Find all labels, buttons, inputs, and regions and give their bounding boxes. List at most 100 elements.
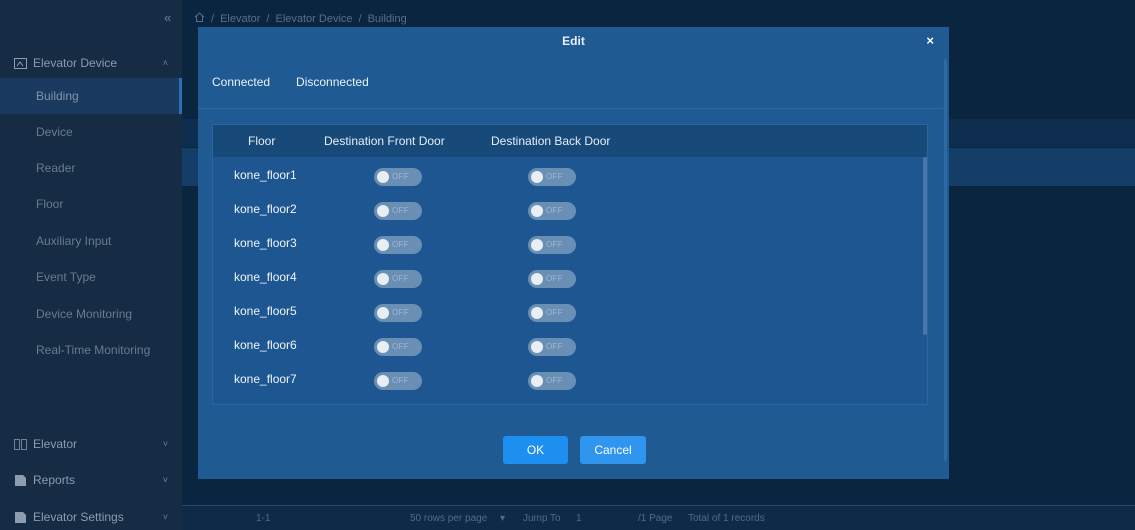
edit-dialog: Edit × Connected Disconnected Floor Dest… bbox=[198, 27, 949, 479]
sidebar-group-reports[interactable]: Reports ˅ bbox=[0, 463, 182, 497]
table-row: kone_floor4 OFF OFF bbox=[213, 261, 927, 295]
sidebar-item-event-type[interactable]: Event Type bbox=[0, 259, 182, 295]
page-total: /1 Page bbox=[638, 512, 673, 524]
breadcrumb: / Elevator / Elevator Device / Building bbox=[194, 12, 407, 25]
floor-name: kone_floor5 bbox=[234, 304, 297, 318]
toggle-knob bbox=[531, 341, 543, 353]
reports-icon bbox=[14, 474, 27, 486]
toggle-knob bbox=[531, 239, 543, 251]
floor-name: kone_floor2 bbox=[234, 202, 297, 216]
table-row: kone_floor7 OFF OFF bbox=[213, 363, 927, 397]
column-header-floor: Floor bbox=[248, 134, 276, 148]
toggle-state: OFF bbox=[392, 376, 409, 385]
toggle-knob bbox=[377, 239, 389, 251]
toggle-state: OFF bbox=[392, 342, 409, 351]
front-door-toggle[interactable]: OFF bbox=[374, 202, 422, 220]
table-row: kone_floor3 OFF OFF bbox=[213, 227, 927, 261]
collapse-sidebar-icon[interactable]: « bbox=[164, 10, 171, 25]
jump-to-input[interactable]: 1 bbox=[576, 513, 582, 524]
sidebar-group-label: Elevator bbox=[33, 437, 78, 451]
tab-connected[interactable]: Connected bbox=[212, 75, 270, 89]
toggle-knob bbox=[377, 341, 389, 353]
toggle-state: OFF bbox=[546, 274, 563, 283]
elevator-device-icon bbox=[14, 57, 27, 69]
sidebar-group-elevator-settings[interactable]: Elevator Settings ˅ bbox=[0, 500, 182, 530]
table-row: kone_floor2 OFF OFF bbox=[213, 193, 927, 227]
breadcrumb-item[interactable]: Elevator bbox=[220, 13, 260, 25]
sidebar-item-label: Event Type bbox=[36, 270, 96, 284]
settings-icon bbox=[14, 511, 27, 523]
sidebar-item-auxiliary-input[interactable]: Auxiliary Input bbox=[0, 223, 182, 259]
cancel-button[interactable]: Cancel bbox=[580, 436, 646, 464]
toggle-knob bbox=[377, 273, 389, 285]
back-door-toggle[interactable]: OFF bbox=[528, 270, 576, 288]
back-door-toggle[interactable]: OFF bbox=[528, 304, 576, 322]
chevron-down-icon: ˅ bbox=[162, 439, 168, 449]
toggle-knob bbox=[377, 171, 389, 183]
table-row bbox=[213, 397, 927, 404]
breadcrumb-separator: / bbox=[266, 12, 270, 25]
sidebar-item-real-time-monitoring[interactable]: Real-Time Monitoring bbox=[0, 332, 182, 368]
toggle-state: OFF bbox=[392, 240, 409, 249]
column-header-back-door: Destination Back Door bbox=[491, 134, 611, 148]
toggle-knob bbox=[377, 205, 389, 217]
toggle-state: OFF bbox=[546, 240, 563, 249]
front-door-toggle[interactable]: OFF bbox=[374, 304, 422, 322]
sidebar-item-device[interactable]: Device bbox=[0, 114, 182, 150]
front-door-toggle[interactable]: OFF bbox=[374, 236, 422, 254]
toggle-knob bbox=[377, 307, 389, 319]
pagination-bar: 1-1 50 rows per page ▾ Jump To 1 /1 Page… bbox=[182, 505, 1135, 530]
floor-name: kone_floor7 bbox=[234, 372, 297, 386]
tab-disconnected[interactable]: Disconnected bbox=[296, 75, 369, 89]
ok-button[interactable]: OK bbox=[503, 436, 568, 464]
breadcrumb-separator: / bbox=[358, 12, 362, 25]
breadcrumb-item[interactable]: Elevator Device bbox=[275, 13, 352, 25]
back-door-toggle[interactable]: OFF bbox=[528, 236, 576, 254]
toggle-state: OFF bbox=[392, 172, 409, 181]
sidebar-item-floor[interactable]: Floor bbox=[0, 186, 182, 222]
table-row: kone_floor5 OFF OFF bbox=[213, 295, 927, 329]
home-icon[interactable] bbox=[194, 12, 205, 25]
pagination-range: 1-1 bbox=[256, 512, 271, 524]
back-door-toggle[interactable]: OFF bbox=[528, 202, 576, 220]
toggle-state: OFF bbox=[546, 172, 563, 181]
rows-per-page-select[interactable]: 50 rows per page bbox=[410, 513, 487, 524]
sidebar-item-building[interactable]: Building bbox=[0, 78, 182, 114]
floor-name: kone_floor3 bbox=[234, 236, 297, 250]
toggle-knob bbox=[531, 205, 543, 217]
front-door-toggle[interactable]: OFF bbox=[374, 372, 422, 390]
toggle-knob bbox=[531, 375, 543, 387]
sidebar-item-label: Device Monitoring bbox=[36, 307, 133, 321]
back-door-toggle[interactable]: OFF bbox=[528, 168, 576, 186]
toggle-state: OFF bbox=[392, 206, 409, 215]
sidebar-item-reader[interactable]: Reader bbox=[0, 150, 182, 186]
close-icon[interactable]: × bbox=[926, 34, 934, 48]
sidebar-group-elevator[interactable]: Elevator ˅ bbox=[0, 427, 182, 461]
sidebar-group-label: Elevator Settings bbox=[33, 510, 124, 524]
front-door-toggle[interactable]: OFF bbox=[374, 338, 422, 356]
floor-table: Floor Destination Front Door Destination… bbox=[212, 124, 928, 405]
elevator-icon bbox=[14, 438, 27, 450]
column-header-front-door: Destination Front Door bbox=[324, 134, 445, 148]
sidebar-item-label: Real-Time Monitoring bbox=[36, 343, 151, 357]
floor-name: kone_floor6 bbox=[234, 338, 297, 352]
sidebar-item-device-monitoring[interactable]: Device Monitoring bbox=[0, 296, 182, 332]
table-header: Floor Destination Front Door Destination… bbox=[213, 125, 927, 157]
sidebar-item-label: Building bbox=[36, 89, 79, 103]
toggle-knob bbox=[377, 375, 389, 387]
toggle-knob bbox=[531, 171, 543, 183]
table-row: kone_floor6 OFF OFF bbox=[213, 329, 927, 363]
sidebar-group-elevator-device[interactable]: Elevator Device ˄ bbox=[0, 46, 182, 80]
front-door-toggle[interactable]: OFF bbox=[374, 270, 422, 288]
front-door-toggle[interactable]: OFF bbox=[374, 168, 422, 186]
records-total: Total of 1 records bbox=[688, 512, 765, 524]
toggle-knob bbox=[531, 273, 543, 285]
dialog-header: Edit × bbox=[198, 27, 949, 55]
back-door-toggle[interactable]: OFF bbox=[528, 372, 576, 390]
breadcrumb-separator: / bbox=[211, 12, 215, 25]
sidebar: « Elevator Device ˄ Building Device Read… bbox=[0, 0, 182, 530]
connection-tabs: Connected Disconnected bbox=[212, 75, 369, 89]
back-door-toggle[interactable]: OFF bbox=[528, 338, 576, 356]
dialog-scrollbar[interactable] bbox=[944, 59, 947, 461]
chevron-down-icon: ˅ bbox=[162, 475, 168, 485]
